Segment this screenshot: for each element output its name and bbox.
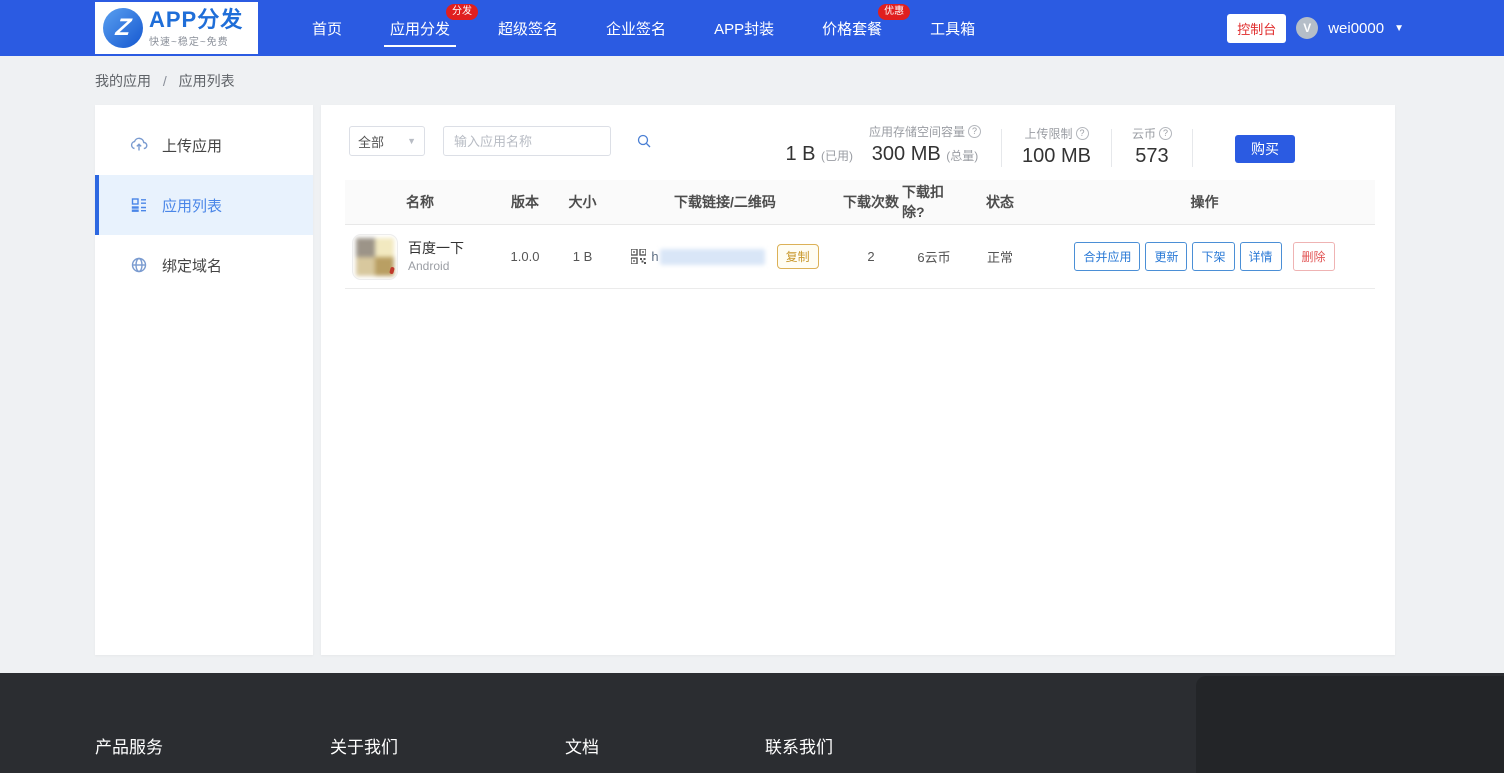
footer-dark-panel [1196,676,1504,773]
app-icon-blurred [352,233,398,280]
account-stats: 1 B (已用) 应用存储空间容量 ? 300 MB (总量) 上传限制 ? 1… [785,121,1295,169]
header-name: 名称 [406,194,434,210]
logo-title: APP分发 [149,7,244,32]
header-size: 大小 [568,194,597,210]
breadcrumb-app-list: 应用列表 [178,73,235,89]
app-table: 名称 版本 大小 下载链接/二维码 下载次数 下载扣除? 状态 操作 百度一下 … [345,180,1375,289]
footer-col-products[interactable]: 产品服务 [95,733,163,758]
footer-col-about[interactable]: 关于我们 [330,733,398,758]
unpublish-button[interactable]: 下架 [1192,242,1235,271]
download-deduction: 6云币 [917,250,951,265]
qr-code-icon[interactable] [631,249,647,264]
nav-item-toolbox[interactable]: 工具箱 [906,0,999,56]
footer-col-contact[interactable]: 联系我们 [765,733,833,758]
storage-help-icon[interactable]: ? [968,124,982,138]
divider [1192,129,1193,167]
select-caret-icon: ▼ [407,136,416,146]
search-icon[interactable] [636,133,652,149]
divider [1001,129,1003,167]
update-button[interactable]: 更新 [1145,242,1188,271]
download-link-redacted[interactable] [659,248,765,265]
breadcrumb-my-apps[interactable]: 我的应用 [95,73,151,89]
app-search [443,126,651,156]
app-list-icon [129,195,149,215]
storage-capacity: 应用存储空间容量 ? 300 MB (总量) [869,121,982,169]
main-content: 全部 ▼ 1 B (已用) 应用存储空间容量 ? 300 MB (总量) [321,105,1395,655]
toolbar: 全部 ▼ 1 B (已用) 应用存储空间容量 ? 300 MB (总量) [321,105,1395,180]
app-name: 百度一下 [408,239,464,256]
logo[interactable]: Z APP分发 快速~稳定~免费 [95,2,258,54]
cloud-upload-icon [129,135,149,155]
nav-item-enterprise-signature[interactable]: 企业签名 [582,0,690,56]
storage-used: 1 B (已用) [785,143,854,165]
category-filter-select[interactable]: 全部 ▼ [349,126,425,156]
nav-item-pricing[interactable]: 价格套餐 优惠 [798,0,911,56]
nav-item-super-signature[interactable]: 超级签名 [474,0,582,56]
sidebar-item-app-list[interactable]: 应用列表 [95,175,313,235]
breadcrumb-separator: / [162,73,167,89]
console-button[interactable]: 控制台 [1227,13,1287,43]
app-platform: Android [408,258,450,273]
buy-button[interactable]: 购买 [1235,135,1295,163]
copy-link-button[interactable]: 复制 [776,244,819,269]
username[interactable]: wei0000 [1328,20,1384,37]
divider [1110,129,1112,167]
logo-tagline: 快速~稳定~免费 [149,37,229,48]
header-download-count: 下载次数 [843,194,899,210]
header-status: 状态 [986,194,1014,210]
nav-item-app-distribution[interactable]: 应用分发 分发 [366,0,479,56]
sidebar-item-label: 绑定域名 [162,257,223,275]
header-operations: 操作 [1190,194,1219,210]
header-version: 版本 [511,194,539,210]
top-navbar: Z APP分发 快速~稳定~免费 首页 应用分发 分发 超级签名 企业签名 AP… [0,0,1504,56]
sidebar-item-label: 应用列表 [162,197,223,215]
breadcrumb: 我的应用 / 应用列表 [95,71,235,91]
nav-item-app-packaging[interactable]: APP封装 [690,0,798,56]
download-link-prefix: h [651,249,659,264]
download-count: 2 [867,249,875,264]
table-row: 百度一下 Android 1.0.0 1 B h 复制 2 6云币 正常 合并应… [345,225,1375,289]
nav-item-home[interactable]: 首页 [288,0,366,56]
delete-button[interactable]: 删除 [1292,242,1335,271]
avatar[interactable]: V [1296,17,1319,39]
sidebar: 上传应用 应用列表 绑定域名 [95,105,313,655]
cloud-coin: 云币 ? 573 [1132,123,1172,169]
main-nav: 首页 应用分发 分发 超级签名 企业签名 APP封装 价格套餐 优惠 工具箱 [288,0,999,56]
status-badge: 正常 [986,250,1013,265]
header-download-deduction: 下载扣除? [902,184,944,220]
header-download-link: 下载链接/二维码 [674,194,776,210]
globe-icon [129,255,149,275]
sidebar-item-upload-app[interactable]: 上传应用 [95,115,313,175]
footer: 产品服务 关于我们 文档 联系我们 [0,673,1504,773]
upload-limit: 上传限制 ? 100 MB [1022,126,1091,167]
user-menu-caret-icon[interactable]: ▼ [1394,23,1404,34]
upload-limit-help-icon[interactable]: ? [1075,126,1089,140]
app-version: 1.0.0 [510,249,540,264]
merge-app-button[interactable]: 合并应用 [1074,242,1141,271]
sidebar-item-bind-domain[interactable]: 绑定域名 [95,235,313,295]
details-button[interactable]: 详情 [1239,242,1282,271]
app-size: 1 B [572,249,593,264]
logo-icon: Z [103,8,143,48]
cloud-coin-help-icon[interactable]: ? [1159,126,1172,140]
footer-col-docs[interactable]: 文档 [565,733,599,758]
table-header-row: 名称 版本 大小 下载链接/二维码 下载次数 下载扣除? 状态 操作 [345,180,1375,225]
sidebar-item-label: 上传应用 [162,137,223,155]
search-input[interactable] [444,133,636,149]
